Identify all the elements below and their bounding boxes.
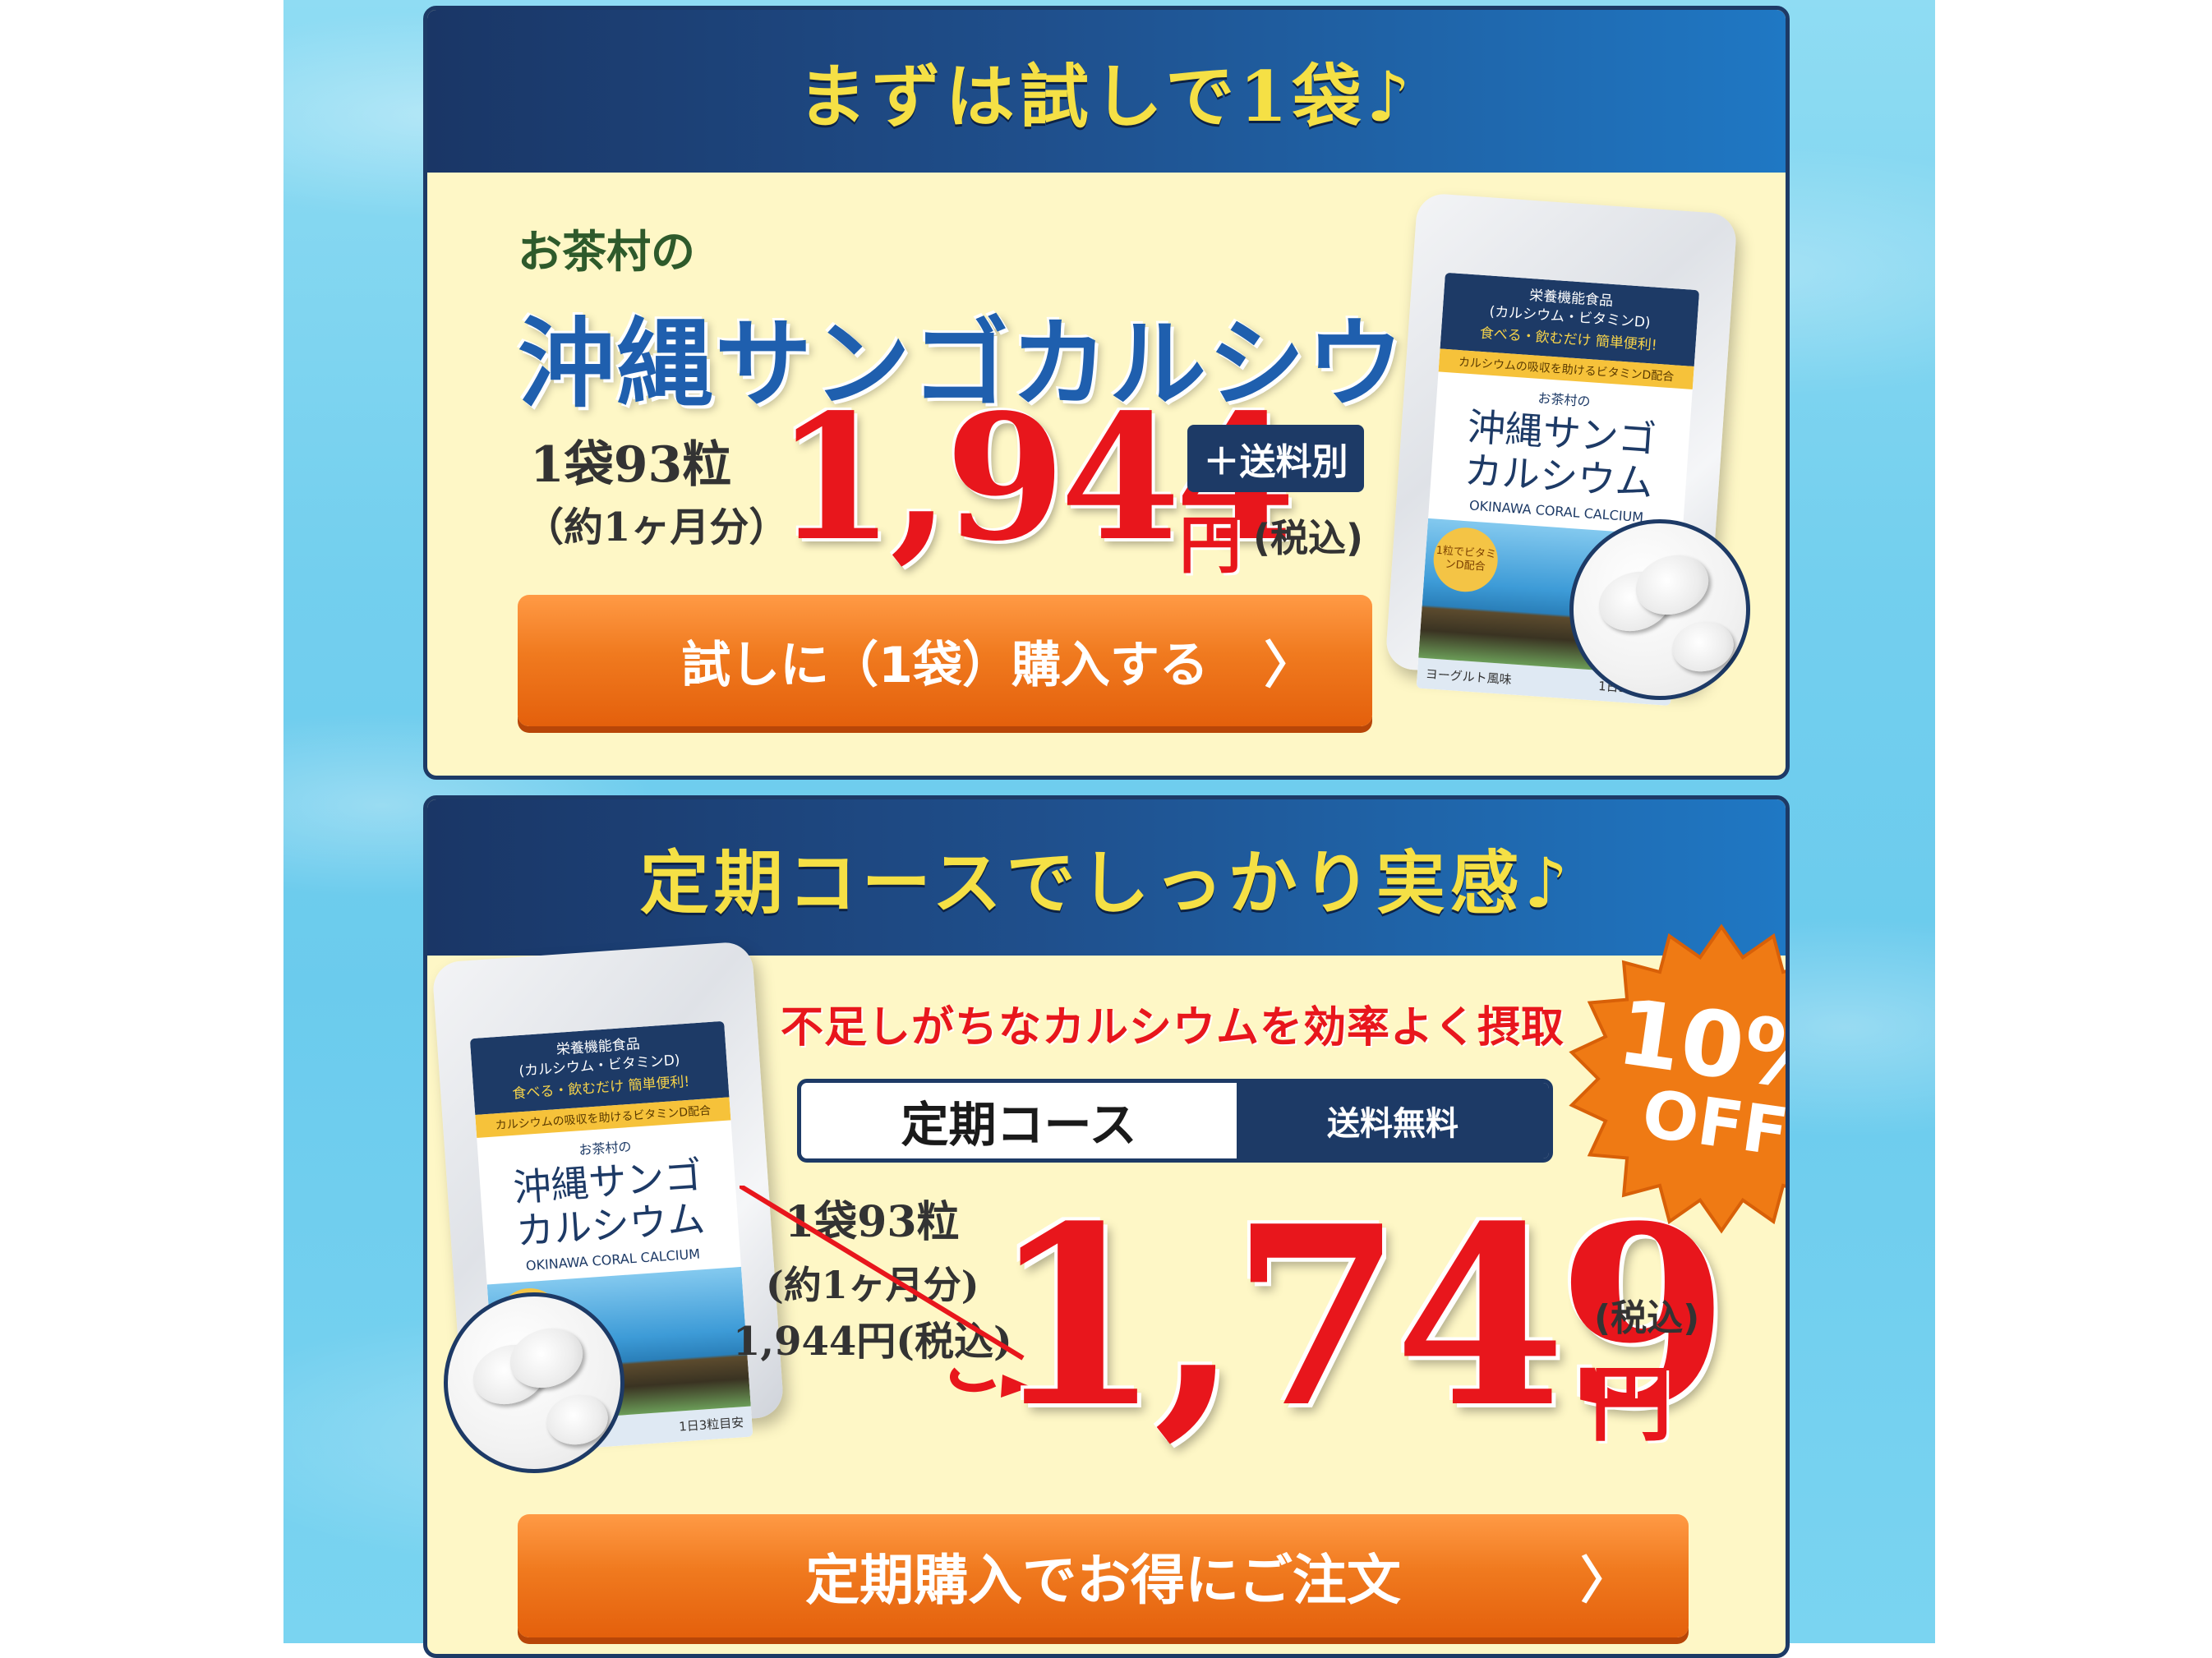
subscription-tax-note: (税込) [1594,1297,1700,1339]
free-shipping-label: 送料無料 [1237,1083,1549,1158]
trial-header: まずは試しで1袋♪ [427,10,1786,173]
trial-purchase-button[interactable]: 試しに（1袋）購入する 〉 [518,595,1372,726]
trial-header-title: まずは試しで1袋♪ [797,55,1416,137]
subscription-tagline: 不足しがちなカルシウムを効率よく摂取 [781,1003,1565,1052]
chevron-right-icon: 〉 [1263,635,1315,695]
trial-quantity-note: （約1ヶ月分） [524,504,789,550]
trial-quantity: 1袋93粒 [530,436,732,494]
subscription-purchase-button[interactable]: 定期購入でお得にご注文 〉 [518,1514,1689,1637]
tablet [542,1389,612,1450]
discount-text: 10% OFF [1545,902,1790,1255]
subscription-price-yen: 円 [1590,1356,1672,1453]
trial-price-yen: 円 [1179,509,1242,582]
package-product-name: 沖縄サンゴ カルシウム [511,1152,707,1254]
brand-subtitle: お茶村の [518,225,695,278]
trial-tax-note: (税込) [1253,516,1364,560]
shipping-separate-badge: ＋送料別 [1187,425,1364,492]
course-name: 定期コース [901,1097,1137,1153]
discount-off: OFF [1638,1075,1790,1172]
package-seal: 1粒でビタミンD配合 [1431,525,1500,594]
discount-starburst: 10% OFF [1565,923,1786,1235]
trial-offer-card: まずは試しで1袋♪ お茶村の 沖縄サンゴカルシウム 1袋93粒 （約1ヶ月分） … [423,6,1790,780]
tablets-image [1569,519,1750,700]
subscription-purchase-button-label: 定期購入でお得にご注文 [805,1549,1401,1612]
package-product-name: 沖縄サンゴ カルシウム [1463,403,1658,505]
chevron-right-icon: 〉 [1579,1550,1631,1610]
course-label-box: 定期コース 送料無料 [797,1079,1553,1163]
subscription-header-title: 定期コースでしっかり実感♪ [639,841,1574,923]
subscription-offer-card: 定期コースでしっかり実感♪ 栄養機能食品 (カルシウム・ビタミンD) 食べる・飲… [423,795,1790,1658]
tablets-image [444,1292,624,1473]
tablet [1668,616,1738,677]
trial-purchase-button-label: 試しに（1袋）購入する [681,636,1209,694]
